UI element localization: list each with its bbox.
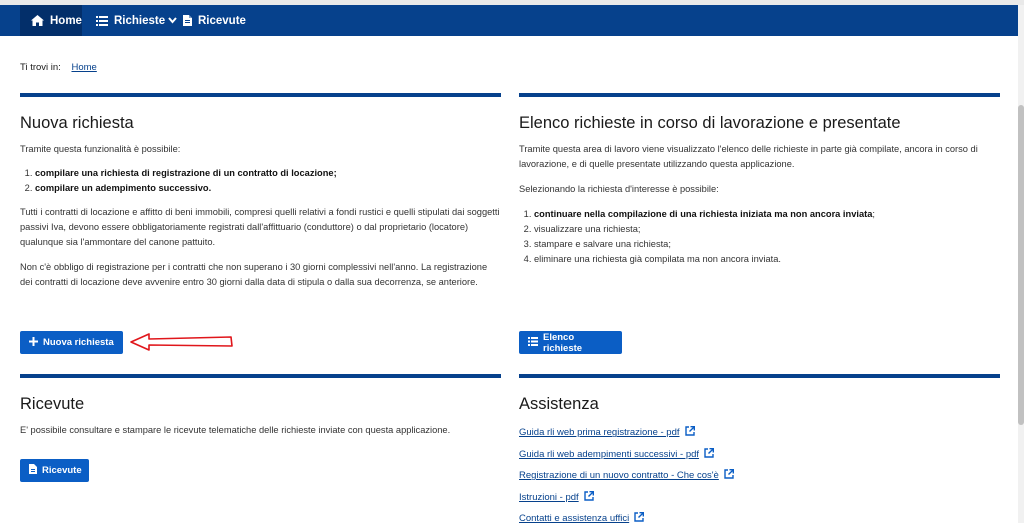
list-item: visualizzare una richiesta; — [534, 222, 1000, 237]
list-item: stampare e salvare una richiesta; — [534, 237, 1000, 252]
breadcrumb-prefix: Ti trovi in: — [20, 62, 61, 73]
nuova-paragraph-1: Tutti i contratti di locazione e affitto… — [20, 207, 500, 247]
external-link-icon[interactable] — [704, 447, 715, 461]
list-item: Registrazione di un nuovo contratto - Ch… — [519, 465, 1000, 487]
nuova-list: compilare una richiesta di registrazione… — [35, 166, 501, 196]
card-elenco-richieste: Elenco richieste in corso di lavorazione… — [519, 93, 1000, 276]
card-nuova-richiesta: Nuova richiesta Tramite questa funzional… — [20, 93, 501, 290]
elenco-richieste-button-label: Elenco richieste — [543, 331, 583, 354]
assistenza-links: Guida rli web prima registrazione - pdf … — [519, 422, 1000, 523]
list-item: Istruzioni - pdf — [519, 487, 1000, 509]
nav-home[interactable]: Home — [20, 5, 82, 36]
list-icon — [96, 15, 108, 26]
external-link-icon[interactable] — [634, 512, 645, 523]
link-istruzioni[interactable]: Istruzioni - pdf — [519, 492, 579, 503]
ricevute-button-label: Ricevute — [42, 465, 82, 476]
external-link-icon[interactable] — [583, 490, 594, 504]
nuova-richiesta-button-label: Nuova richiesta — [43, 337, 114, 348]
link-guida-adempimenti[interactable]: Guida rli web adempimenti successivi - p… — [519, 449, 699, 460]
list-item: continuare nella compilazione di una ric… — [534, 207, 1000, 222]
nuova-paragraph-2: Non c'è obbligo di registrazione per i c… — [20, 262, 488, 287]
elenco-title: Elenco richieste in corso di lavorazione… — [519, 114, 901, 132]
nav-richieste-label: Richieste — [114, 14, 166, 27]
chevron-down-icon — [168, 17, 177, 24]
nav-home-label: Home — [50, 14, 82, 27]
ricevute-title: Ricevute — [20, 395, 85, 413]
nuova-intro: Tramite questa funzionalità è possibile: — [20, 144, 181, 154]
nav-ricevute[interactable]: Ricevute — [181, 5, 251, 36]
breadcrumb: Ti trovi in: Home — [20, 62, 97, 73]
list-item: eliminare una richiesta già compilata ma… — [534, 252, 1000, 267]
link-registrazione-contratto[interactable]: Registrazione di un nuovo contratto - Ch… — [519, 470, 719, 481]
nav-richieste[interactable]: Richieste — [93, 5, 177, 36]
ricevute-text: E' possibile consultare e stampare le ri… — [20, 425, 451, 435]
list-item: Contatti e assistenza uffici — [519, 508, 1000, 523]
card-assistenza: Assistenza Guida rli web prima registraz… — [519, 374, 1000, 523]
page-scrollbar[interactable] — [1018, 5, 1024, 523]
scrollbar-thumb[interactable] — [1018, 105, 1024, 425]
home-icon — [31, 15, 44, 26]
list-item: Guida rli web adempimenti successivi - p… — [519, 444, 1000, 466]
list-item: compilare una richiesta di registrazione… — [35, 166, 501, 181]
file-icon — [29, 464, 37, 477]
list-icon — [528, 336, 538, 349]
nuova-title: Nuova richiesta — [20, 114, 134, 132]
plus-icon — [29, 336, 38, 349]
external-link-icon[interactable] — [724, 469, 734, 482]
list-item: compilare un adempimento successivo. — [35, 181, 501, 196]
file-icon — [183, 15, 192, 26]
link-guida-prima-registrazione[interactable]: Guida rli web prima registrazione - pdf — [519, 427, 680, 438]
elenco-list: continuare nella compilazione di una ric… — [534, 207, 1000, 267]
list-item: Guida rli web prima registrazione - pdf — [519, 422, 1000, 444]
card-ricevute: Ricevute E' possibile consultare e stamp… — [20, 374, 501, 438]
nuova-richiesta-button[interactable]: Nuova richiesta — [20, 331, 123, 354]
main-navbar: Home Richieste Ricevute — [0, 5, 1018, 36]
arrow-annotation — [130, 333, 233, 351]
ricevute-button[interactable]: Ricevute — [20, 459, 89, 482]
link-contatti-assistenza[interactable]: Contatti e assistenza uffici — [519, 513, 629, 523]
nav-ricevute-label: Ricevute — [198, 14, 246, 27]
assistenza-title: Assistenza — [519, 395, 599, 413]
elenco-intro: Tramite questa area di lavoro viene visu… — [519, 144, 978, 169]
breadcrumb-home-link[interactable]: Home — [71, 62, 96, 73]
external-link-icon[interactable] — [684, 426, 695, 439]
elenco-richieste-button[interactable]: Elenco richieste — [519, 331, 622, 354]
elenco-intro-2: Selezionando la richiesta d'interesse è … — [519, 184, 719, 194]
